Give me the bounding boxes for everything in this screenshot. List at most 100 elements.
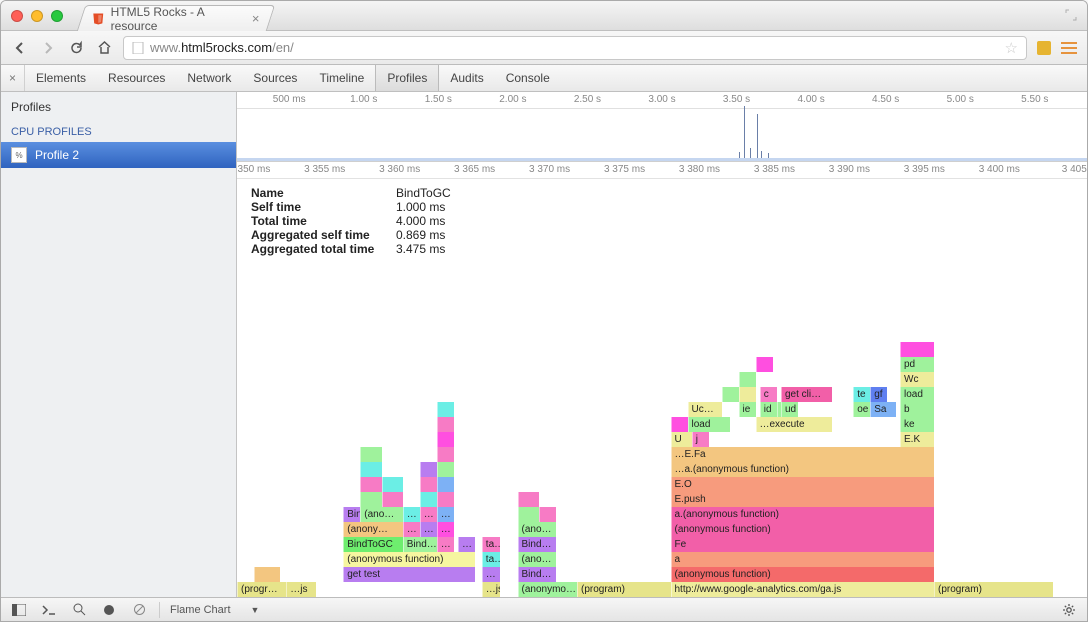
lock-icon[interactable] [1037, 41, 1051, 55]
flame-frame[interactable] [437, 492, 454, 507]
record-button[interactable] [99, 602, 119, 618]
flame-frame[interactable]: (program) [934, 582, 1053, 597]
flame-frame[interactable]: (ano… [518, 552, 556, 567]
search-button[interactable] [69, 602, 89, 618]
reload-button[interactable] [67, 39, 85, 57]
flame-frame[interactable]: (anonymous function) [671, 522, 935, 537]
flame-frame[interactable] [539, 507, 556, 522]
flame-frame[interactable]: Fe [671, 537, 935, 552]
flame-frame[interactable] [739, 372, 756, 387]
flame-frame[interactable]: (anonymous function) [671, 567, 935, 582]
flame-frame[interactable]: c [760, 387, 777, 402]
flame-frame[interactable]: (anonymous function) [343, 552, 475, 567]
flame-frame[interactable] [360, 447, 381, 462]
flame-frame[interactable]: … [403, 507, 420, 522]
flame-frame[interactable] [254, 567, 280, 582]
minimize-window-button[interactable] [31, 10, 43, 22]
flame-frame[interactable] [518, 492, 539, 507]
flame-frame[interactable] [671, 417, 688, 432]
flame-frame[interactable] [900, 342, 934, 357]
flame-frame[interactable] [437, 417, 454, 432]
flame-frame[interactable]: … [420, 507, 437, 522]
browser-tab[interactable]: HTML5 Rocks - A resource × [77, 5, 275, 31]
flame-frame[interactable]: … [420, 522, 437, 537]
overview-timeline[interactable]: 500 ms1.00 s1.50 s2.00 s2.50 s3.00 s3.50… [237, 92, 1087, 162]
devtools-tab-console[interactable]: Console [495, 65, 561, 91]
devtools-close-button[interactable]: × [1, 65, 25, 91]
flame-frame[interactable]: pd [900, 357, 934, 372]
flame-frame[interactable]: E.push [671, 492, 935, 507]
flame-frame[interactable]: U [671, 432, 692, 447]
flame-frame[interactable] [437, 402, 454, 417]
flame-frame[interactable]: (program) [577, 582, 671, 597]
flame-frame[interactable] [437, 447, 454, 462]
flame-frame[interactable]: ud [781, 402, 798, 417]
flame-frame[interactable]: te [853, 387, 870, 402]
flame-frame[interactable]: …js [482, 582, 501, 597]
flame-frame[interactable] [382, 492, 403, 507]
flame-frame[interactable]: (ano… [360, 507, 403, 522]
devtools-tab-resources[interactable]: Resources [97, 65, 176, 91]
flame-frame[interactable]: (progr… [237, 582, 286, 597]
flame-chart-area[interactable]: 3 350 ms3 355 ms3 360 ms3 365 ms3 370 ms… [237, 162, 1087, 597]
flame-frame[interactable]: … [437, 537, 454, 552]
flame-frame[interactable]: a.(anonymous function) [671, 507, 935, 522]
flame-frame[interactable] [420, 492, 437, 507]
zoom-window-button[interactable] [51, 10, 63, 22]
flame-frame[interactable] [756, 357, 773, 372]
close-window-button[interactable] [11, 10, 23, 22]
console-toggle-button[interactable] [39, 602, 59, 618]
flame-frame[interactable]: http://www.google-analytics.com/ga.js [671, 582, 935, 597]
forward-button[interactable] [39, 39, 57, 57]
bookmark-star-icon[interactable]: ☆ [1005, 39, 1018, 57]
flame-frame[interactable] [360, 477, 381, 492]
devtools-tab-audits[interactable]: Audits [439, 65, 494, 91]
flame-frame[interactable]: load [688, 417, 731, 432]
flame-frame[interactable]: Bind… [518, 537, 556, 552]
flame-frame[interactable]: ke [900, 417, 934, 432]
flame-frame[interactable]: get cli… [781, 387, 832, 402]
flame-frame[interactable]: gf [870, 387, 887, 402]
flame-frame[interactable]: …js [286, 582, 316, 597]
devtools-tab-profiles[interactable]: Profiles [375, 65, 439, 91]
flame-frame[interactable]: … [403, 522, 420, 537]
flame-frame[interactable]: get test [343, 567, 475, 582]
home-button[interactable] [95, 39, 113, 57]
flame-frame[interactable] [722, 387, 739, 402]
flame-frame[interactable] [739, 387, 756, 402]
clear-button[interactable] [129, 602, 149, 618]
flame-frame[interactable] [437, 462, 454, 477]
flame-frame[interactable]: oe [853, 402, 870, 417]
flame-frame[interactable]: load [900, 387, 934, 402]
flame-frame[interactable] [360, 462, 381, 477]
flame-frame[interactable]: … [482, 567, 501, 582]
flame-frame[interactable] [420, 462, 437, 477]
flame-frame[interactable]: Wc [900, 372, 934, 387]
flame-frame[interactable]: …a.(anonymous function) [671, 462, 935, 477]
flame-frame[interactable]: Bind… [403, 537, 437, 552]
flame-frame[interactable]: … [437, 507, 454, 522]
flame-frame[interactable]: Uc… [688, 402, 722, 417]
flame-frame[interactable]: BindToGC [343, 537, 403, 552]
flame-frame[interactable]: ie [739, 402, 756, 417]
flame-frame[interactable]: Sa [870, 402, 896, 417]
devtools-tab-network[interactable]: Network [176, 65, 242, 91]
menu-icon[interactable] [1061, 42, 1077, 54]
flame-frame[interactable]: E.O [671, 477, 935, 492]
devtools-tab-sources[interactable]: Sources [242, 65, 308, 91]
flame-frame[interactable]: j [692, 432, 709, 447]
flame-frame[interactable] [382, 477, 403, 492]
flame-frame[interactable] [360, 492, 381, 507]
flame-frame[interactable]: E.K [900, 432, 934, 447]
url-field[interactable]: www.html5rocks.com/en/ ☆ [123, 36, 1027, 60]
flame-frame[interactable]: ta… [482, 552, 501, 567]
tab-close-icon[interactable]: × [252, 11, 260, 26]
flame-frame[interactable]: …execute [756, 417, 833, 432]
flame-frame[interactable]: … [437, 522, 454, 537]
flame-frame[interactable]: (anonymo… [518, 582, 578, 597]
flame-frame[interactable]: ta… [482, 537, 501, 552]
flame-frame[interactable] [437, 477, 454, 492]
profile-item[interactable]: % Profile 2 [1, 142, 236, 168]
flame-frame[interactable]: (ano… [518, 522, 556, 537]
flame-frame[interactable]: b [900, 402, 934, 417]
